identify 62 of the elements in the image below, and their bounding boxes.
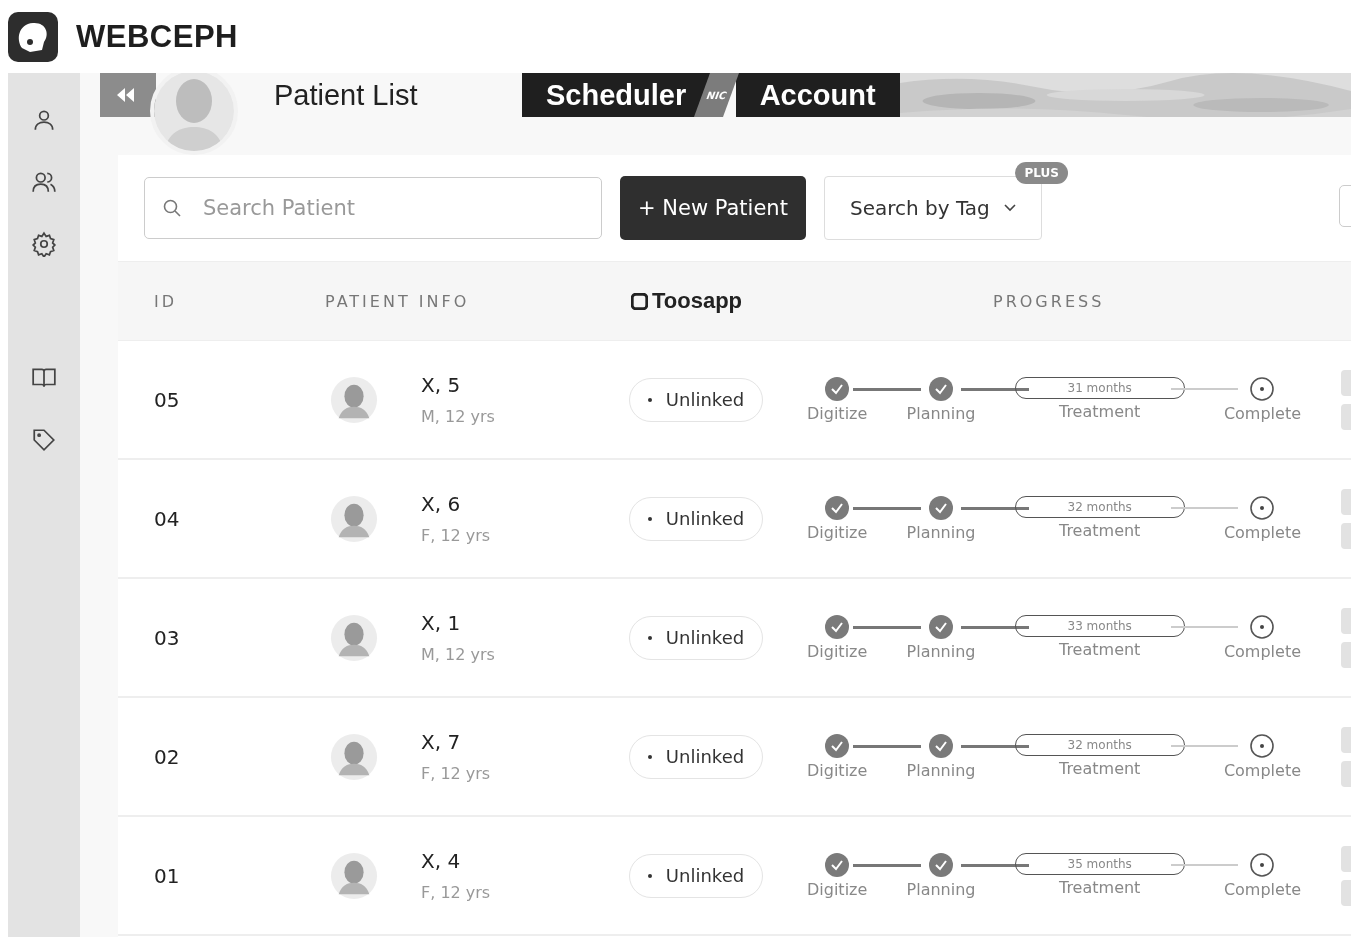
step-label: Digitize [807, 523, 868, 542]
step-label: Planning [906, 642, 976, 661]
avatar-icon [330, 851, 378, 900]
link-status-button[interactable]: Unlinked [629, 853, 763, 898]
step-label: Treatment [1058, 878, 1141, 897]
column-header: ID [154, 291, 179, 311]
logo-icon [8, 11, 58, 62]
patient-name: X, 4 [421, 849, 462, 873]
step-label: Treatment [1058, 402, 1141, 421]
avatar-icon [330, 494, 378, 543]
step-label: Complete [1223, 761, 1301, 780]
patient-name: X, 5 [421, 373, 462, 397]
step-label: Complete [1223, 880, 1301, 899]
link-status-button[interactable]: Unlinked [629, 734, 763, 779]
link-status-button[interactable]: Unlinked [629, 615, 763, 660]
collapse-button[interactable] [100, 73, 156, 117]
logo-icon [631, 292, 648, 310]
step-label: Planning [906, 761, 976, 780]
patient-details: F, 12 yrs [421, 883, 492, 902]
patient-details: M, 12 yrs [421, 407, 496, 426]
patient-details: F, 12 yrs [421, 526, 492, 545]
column-header: PROGRESS [993, 291, 1105, 311]
patient-details: F, 12 yrs [421, 764, 492, 783]
link-status-button[interactable]: Unlinked [629, 377, 763, 422]
avatar-icon [330, 732, 378, 781]
patient-name: X, 1 [421, 611, 462, 635]
step-label: Treatment [1058, 759, 1141, 778]
table-cell-text: 01 [154, 863, 181, 888]
patient-name: X, 7 [421, 730, 462, 754]
tag-icon[interactable] [31, 427, 57, 453]
brand-name: WEBCEPH [76, 18, 238, 55]
avatar-icon [330, 613, 378, 662]
search-icon [162, 198, 182, 218]
search-field[interactable]: Search Patient [144, 177, 602, 239]
avatar-icon [330, 375, 378, 424]
chevron-down-icon [1003, 204, 1016, 212]
step-label: Complete [1223, 404, 1301, 423]
step-label: Digitize [807, 761, 868, 780]
step-label: Digitize [807, 642, 868, 661]
step-label: Planning [906, 523, 976, 542]
table-cell-text: 03 [154, 625, 181, 650]
table-cell-text: 02 [154, 744, 181, 769]
step-label: Complete [1223, 642, 1301, 661]
tag-dropdown[interactable]: Search by Tag [823, 176, 1042, 240]
patient-details: M, 12 yrs [421, 645, 496, 664]
step-label: Digitize [807, 880, 868, 899]
new-patient-button[interactable]: + New Patient [620, 176, 806, 240]
settings-icon[interactable] [31, 231, 57, 257]
step-label: Treatment [1058, 521, 1141, 540]
step-label: Complete [1223, 523, 1301, 542]
table-cell-text: 05 [154, 387, 181, 412]
step-label: Treatment [1058, 640, 1141, 659]
patient-name: X, 6 [421, 492, 462, 516]
step-label: Planning [906, 404, 976, 423]
nav-tab[interactable]: Account [735, 73, 900, 117]
link-status-button[interactable]: Unlinked [629, 496, 763, 541]
plan-badge: PLUS [1015, 162, 1068, 184]
step-label: Planning [906, 880, 976, 899]
column-header: PATIENT INFO [325, 291, 471, 311]
table-cell-text: 04 [154, 506, 181, 531]
column-header: Toosapp [631, 288, 993, 314]
step-label: Digitize [807, 404, 868, 423]
